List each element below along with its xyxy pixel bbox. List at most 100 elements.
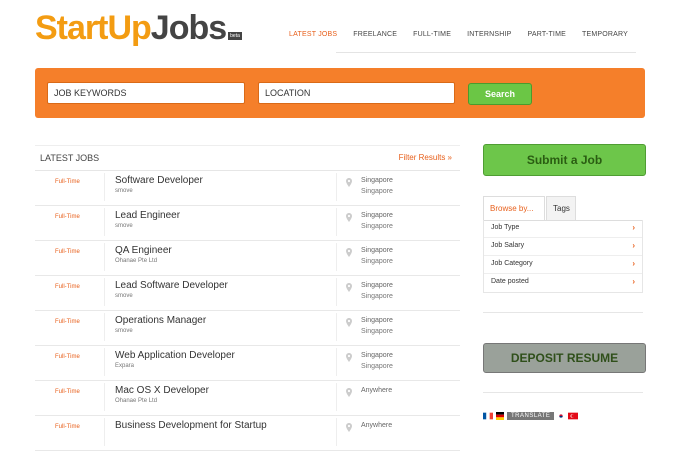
- job-location-country: Singapore: [361, 293, 393, 300]
- job-type: Full-Time: [55, 389, 80, 395]
- startupjobs-logo[interactable]: StartUp Jobs beta: [35, 8, 242, 48]
- job-title[interactable]: Lead Software Developer: [115, 280, 228, 291]
- job-title[interactable]: Web Application Developer: [115, 350, 235, 361]
- browse-item-job-category[interactable]: Job Category ›: [484, 256, 642, 274]
- job-company: smove: [115, 328, 133, 334]
- job-title[interactable]: Operations Manager: [115, 315, 206, 326]
- nav-temporary[interactable]: TEMPORARY: [574, 31, 636, 38]
- job-company: Ohanae Pte Ltd: [115, 398, 158, 404]
- location-pin-icon: [346, 213, 352, 222]
- job-type: Full-Time: [55, 284, 80, 290]
- filter-results-link[interactable]: Filter Results »: [399, 153, 452, 162]
- row-divider: [104, 208, 105, 236]
- job-title[interactable]: Business Development for Startup: [115, 420, 267, 431]
- job-type: Full-Time: [55, 424, 80, 430]
- job-title[interactable]: Mac OS X Developer: [115, 385, 209, 396]
- job-row[interactable]: Full-Time Mac OS X Developer Ohanae Pte …: [35, 380, 460, 416]
- row-divider: [104, 173, 105, 201]
- job-row[interactable]: Full-Time Software Developer smove Singa…: [35, 170, 460, 206]
- browse-tabs: Browse by... Tags: [483, 196, 643, 221]
- location-pin-icon: [346, 283, 352, 292]
- sidebar-divider: [483, 392, 643, 393]
- browse-panel: Browse by... Tags Job Type › Job Salary › …: [483, 196, 643, 294]
- germany-flag-icon[interactable]: [495, 412, 505, 420]
- job-row[interactable]: Full-Time Operations Manager smove Singa…: [35, 310, 460, 346]
- logo-text-jobs: Jobs: [150, 9, 227, 47]
- submit-job-button[interactable]: Submit a Job: [483, 144, 646, 176]
- row-divider: [336, 383, 337, 411]
- chevron-right-icon: ›: [632, 223, 635, 232]
- translate-label[interactable]: TRANSLATE: [507, 412, 555, 420]
- chevron-right-icon: ›: [632, 277, 635, 286]
- tab-browse-by[interactable]: Browse by...: [483, 196, 545, 220]
- job-company: Ohanae Pte Ltd: [115, 258, 158, 264]
- job-keywords-input[interactable]: JOB KEYWORDS: [47, 82, 245, 104]
- location-input[interactable]: LOCATION: [258, 82, 455, 104]
- job-company: smove: [115, 188, 133, 194]
- search-bar: JOB KEYWORDS LOCATION Search: [35, 68, 645, 118]
- job-title[interactable]: QA Engineer: [115, 245, 172, 256]
- turkey-flag-icon[interactable]: [568, 412, 579, 420]
- row-divider: [336, 418, 337, 446]
- browse-item-label: Job Category: [491, 260, 533, 267]
- job-type: Full-Time: [55, 214, 80, 220]
- job-title[interactable]: Software Developer: [115, 175, 203, 186]
- job-location-city: Singapore: [361, 317, 393, 324]
- row-divider: [104, 243, 105, 271]
- browse-item-label: Job Salary: [491, 242, 525, 249]
- browse-item-job-salary[interactable]: Job Salary ›: [484, 238, 642, 256]
- nav-divider: [336, 52, 636, 53]
- job-company: smove: [115, 223, 133, 229]
- job-row[interactable]: Full-Time Lead Software Developer smove …: [35, 275, 460, 311]
- row-divider: [336, 278, 337, 306]
- job-type: Full-Time: [55, 249, 80, 255]
- chevron-right-icon: ›: [632, 241, 635, 250]
- deposit-resume-button[interactable]: DEPOSIT RESUME: [483, 343, 646, 373]
- browse-item-date-posted[interactable]: Date posted ›: [484, 274, 642, 292]
- jobs-list-title: LATEST JOBS: [40, 153, 100, 163]
- location-pin-icon: [346, 353, 352, 362]
- search-button[interactable]: Search: [468, 83, 532, 105]
- job-company: smove: [115, 293, 133, 299]
- job-location-city: Anywhere: [361, 422, 393, 429]
- main-nav: LATEST JOBS FREELANCE FULL-TIME INTERNSH…: [281, 31, 636, 38]
- browse-item-label: Job Type: [491, 224, 520, 231]
- nav-internship[interactable]: INTERNSHIP: [459, 31, 519, 38]
- job-row[interactable]: Full-Time QA Engineer Ohanae Pte Ltd Sin…: [35, 240, 460, 276]
- job-row[interactable]: Full-Time Business Development for Start…: [35, 415, 460, 451]
- location-pin-icon: [346, 388, 352, 397]
- nav-latest-jobs[interactable]: LATEST JOBS: [281, 31, 345, 38]
- job-location-city: Anywhere: [361, 387, 393, 394]
- tab-tags[interactable]: Tags: [546, 196, 576, 220]
- job-location-city: Singapore: [361, 177, 393, 184]
- job-location-country: Singapore: [361, 188, 393, 195]
- browse-list: Job Type › Job Salary › Job Category › Date…: [483, 220, 643, 293]
- browse-item-job-type[interactable]: Job Type ›: [484, 220, 642, 238]
- row-divider: [104, 313, 105, 341]
- job-type: Full-Time: [55, 179, 80, 185]
- job-location-country: Singapore: [361, 223, 393, 230]
- translate-widget[interactable]: TRANSLATE: [483, 410, 593, 422]
- job-location-city: Singapore: [361, 282, 393, 289]
- row-divider: [104, 278, 105, 306]
- job-type: Full-Time: [55, 354, 80, 360]
- jobs-list-header: LATEST JOBS Filter Results »: [35, 145, 460, 171]
- row-divider: [104, 418, 105, 446]
- logo-badge: beta: [228, 32, 242, 40]
- nav-freelance[interactable]: FREELANCE: [345, 31, 405, 38]
- job-company: Expara: [115, 363, 135, 369]
- nav-part-time[interactable]: PART-TIME: [519, 31, 574, 38]
- france-flag-icon[interactable]: [483, 412, 493, 420]
- job-type: Full-Time: [55, 319, 80, 325]
- row-divider: [104, 383, 105, 411]
- nav-full-time[interactable]: FULL-TIME: [405, 31, 459, 38]
- job-row[interactable]: Full-Time Lead Engineer smove Singapore …: [35, 205, 460, 241]
- job-location-country: Singapore: [361, 363, 393, 370]
- job-row[interactable]: Full-Time Web Application Developer Expa…: [35, 345, 460, 381]
- browse-item-label: Date posted: [491, 278, 529, 285]
- row-divider: [104, 348, 105, 376]
- sidebar-divider: [483, 312, 643, 313]
- row-divider: [336, 208, 337, 236]
- job-title[interactable]: Lead Engineer: [115, 210, 180, 221]
- korea-flag-icon[interactable]: [556, 412, 567, 420]
